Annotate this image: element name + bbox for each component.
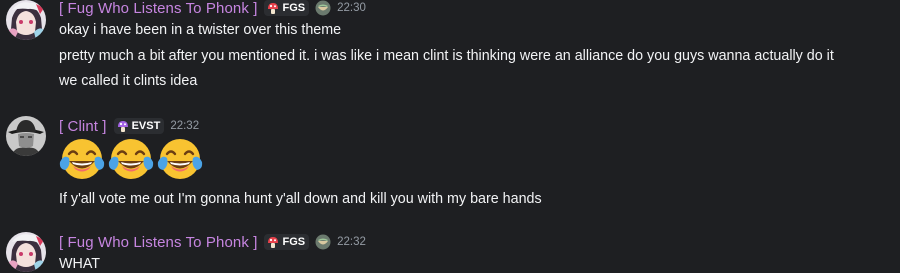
message-header: [ Clint ] EVST 22:32 bbox=[59, 116, 199, 136]
avatar-clint[interactable] bbox=[6, 116, 46, 156]
message-2: [ Clint ] EVST 22:32 If y'all vote me ou… bbox=[0, 112, 900, 212]
username[interactable]: [ Fug Who Listens To Phonk ] bbox=[59, 0, 257, 17]
emoji-row bbox=[58, 136, 205, 184]
mushroom-icon bbox=[268, 236, 279, 248]
timestamp[interactable]: 22:30 bbox=[337, 2, 366, 14]
timestamp[interactable]: 22:32 bbox=[337, 236, 366, 248]
guild-tag-label: FGS bbox=[282, 236, 306, 248]
message-text: If y'all vote me out I'm gonna hunt y'al… bbox=[59, 191, 542, 207]
message-text: we called it clints idea bbox=[59, 73, 198, 89]
anime-avatar-icon bbox=[6, 232, 46, 272]
message-1: [ Fug Who Listens To Phonk ] FGS 22:30 o… bbox=[0, 0, 900, 100]
cowboy-avatar-icon bbox=[6, 116, 46, 156]
timestamp[interactable]: 22:32 bbox=[170, 120, 199, 132]
message-3: [ Fug Who Listens To Phonk ] FGS 22:32 W… bbox=[0, 228, 900, 272]
username[interactable]: [ Clint ] bbox=[59, 118, 107, 135]
message-text: WHAT bbox=[59, 256, 101, 272]
bowl-icon[interactable] bbox=[315, 0, 331, 16]
message-text: okay i have been in a twister over this … bbox=[59, 22, 342, 38]
guild-tag[interactable]: FGS bbox=[264, 0, 310, 16]
message-text: pretty much a bit after you mentioned it… bbox=[59, 48, 834, 64]
message-header: [ Fug Who Listens To Phonk ] FGS 22:30 bbox=[59, 0, 366, 18]
mushroom-icon bbox=[268, 2, 279, 14]
bowl-icon[interactable] bbox=[315, 234, 331, 250]
joy-tears-emoji[interactable] bbox=[156, 136, 204, 184]
avatar-fug[interactable] bbox=[6, 0, 46, 40]
guild-tag-label: FGS bbox=[282, 2, 306, 14]
username[interactable]: [ Fug Who Listens To Phonk ] bbox=[59, 234, 257, 251]
mushroom-icon bbox=[117, 120, 128, 132]
avatar-fug[interactable] bbox=[6, 232, 46, 272]
guild-tag-label: EVST bbox=[131, 120, 161, 132]
joy-tears-emoji[interactable] bbox=[58, 136, 106, 184]
message-header: [ Fug Who Listens To Phonk ] FGS 22:32 bbox=[59, 232, 366, 252]
anime-avatar-icon bbox=[6, 0, 46, 40]
guild-tag[interactable]: FGS bbox=[264, 234, 310, 250]
joy-tears-emoji[interactable] bbox=[107, 136, 155, 184]
guild-tag[interactable]: EVST bbox=[113, 118, 165, 134]
